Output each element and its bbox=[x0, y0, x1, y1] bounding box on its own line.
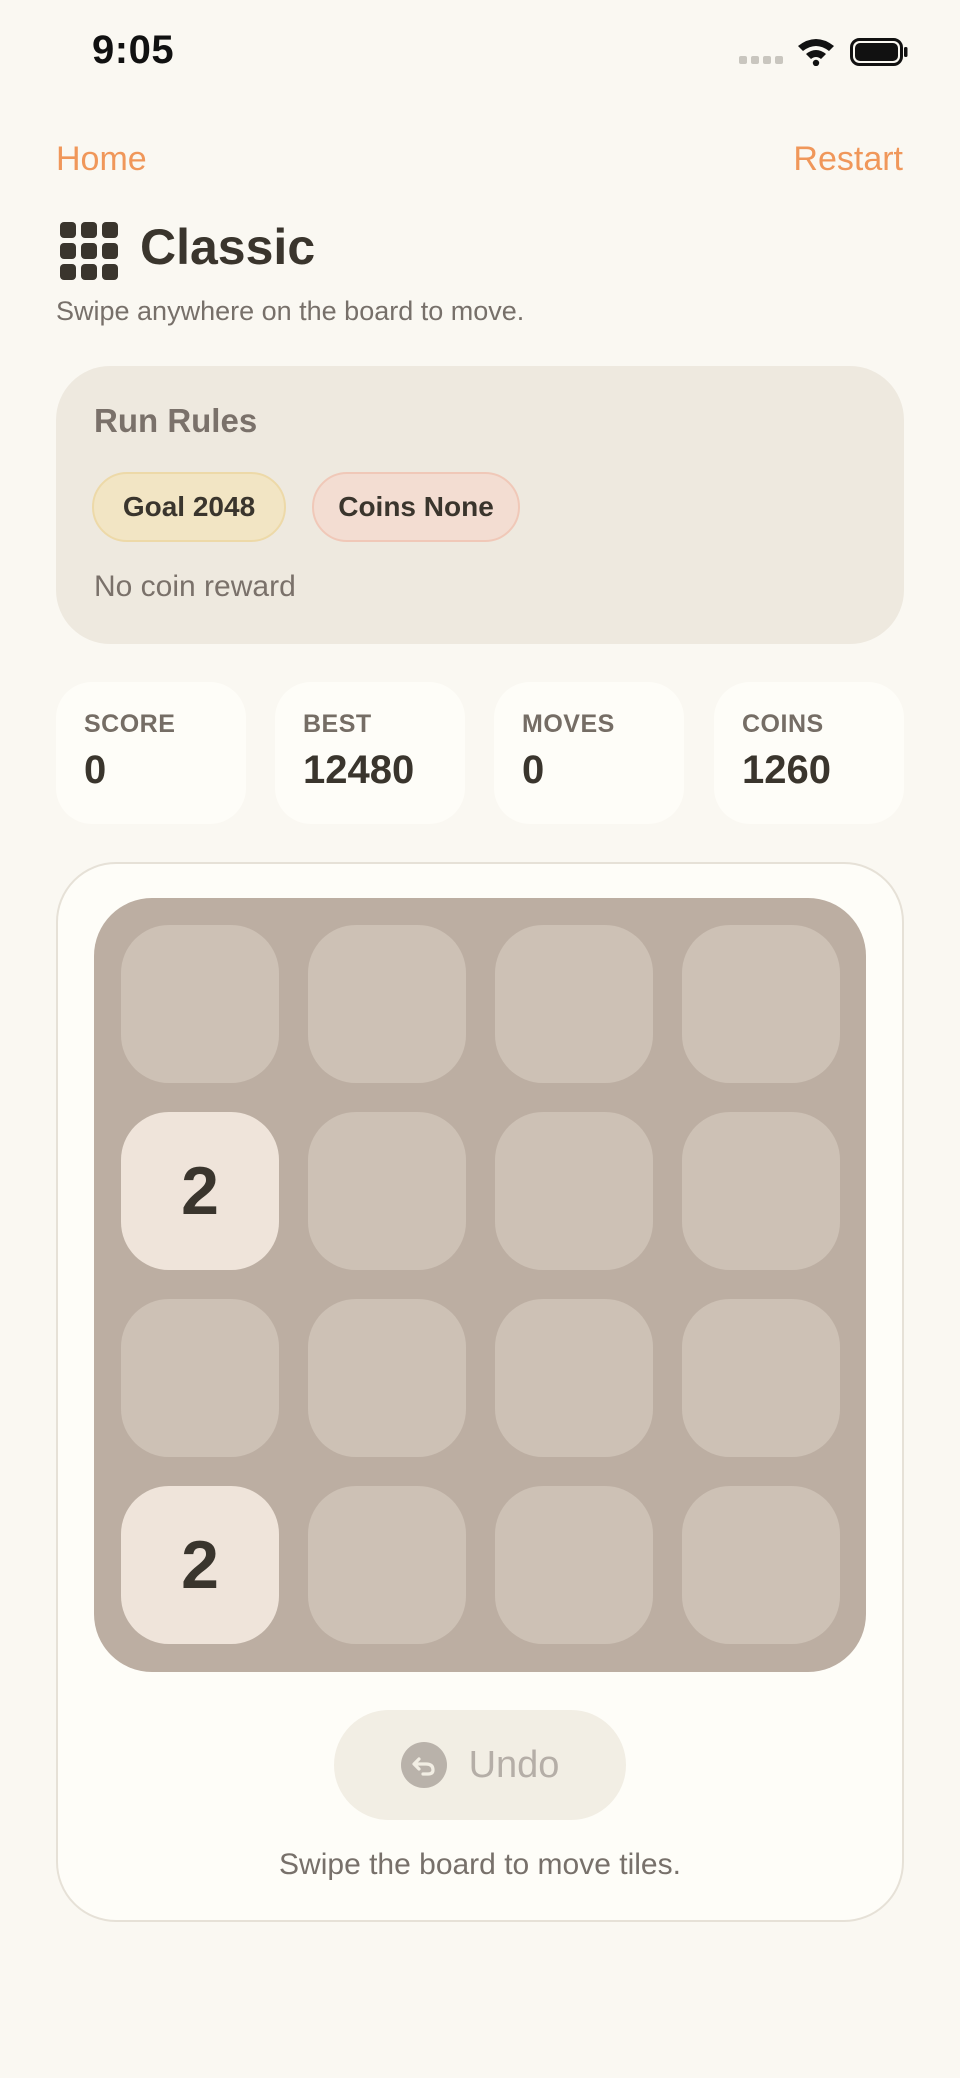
run-rules-title: Run Rules bbox=[94, 402, 258, 439]
stat-label: SCORE bbox=[84, 710, 176, 738]
battery-icon bbox=[850, 38, 908, 66]
empty-cell bbox=[682, 925, 840, 1083]
cellular-signal-icon bbox=[739, 56, 783, 66]
empty-cell bbox=[121, 925, 279, 1083]
empty-cell bbox=[495, 1299, 653, 1457]
undo-button[interactable]: Undo bbox=[334, 1710, 626, 1820]
status-time: 9:05 bbox=[92, 28, 175, 72]
empty-cell bbox=[495, 1486, 653, 1644]
coin-reward-note: No coin reward bbox=[94, 570, 296, 603]
stat-value: 0 bbox=[84, 748, 107, 792]
empty-cell bbox=[308, 1486, 466, 1644]
empty-cell bbox=[495, 1112, 653, 1270]
grid-icon bbox=[60, 222, 118, 280]
tile: 2 bbox=[121, 1112, 279, 1270]
empty-cell bbox=[308, 1299, 466, 1457]
best-stat: BEST 12480 bbox=[275, 682, 465, 824]
score-stat: SCORE 0 bbox=[56, 682, 246, 824]
tile: 2 bbox=[121, 1486, 279, 1644]
goal-chip: Goal 2048 bbox=[92, 472, 286, 542]
page-subtitle: Swipe anywhere on the board to move. bbox=[56, 296, 525, 326]
page-title: Classic bbox=[140, 219, 316, 275]
undo-icon bbox=[400, 1742, 447, 1788]
stat-label: MOVES bbox=[522, 710, 615, 738]
empty-cell bbox=[308, 925, 466, 1083]
wifi-icon bbox=[798, 39, 834, 66]
home-button[interactable]: Home bbox=[56, 140, 147, 179]
empty-cell bbox=[682, 1299, 840, 1457]
stat-label: COINS bbox=[742, 710, 824, 738]
coins-chip: Coins None bbox=[312, 472, 520, 542]
coins-stat: COINS 1260 bbox=[714, 682, 904, 824]
restart-button[interactable]: Restart bbox=[793, 140, 903, 179]
board-hint: Swipe the board to move tiles. bbox=[279, 1848, 681, 1881]
empty-cell bbox=[682, 1112, 840, 1270]
stat-label: BEST bbox=[303, 710, 372, 738]
empty-cell bbox=[682, 1486, 840, 1644]
stat-value: 1260 bbox=[742, 748, 831, 792]
undo-label: Undo bbox=[468, 1743, 560, 1786]
stat-value: 0 bbox=[522, 748, 545, 792]
empty-cell bbox=[308, 1112, 466, 1270]
game-board[interactable]: 22 bbox=[94, 898, 866, 1672]
empty-cell bbox=[495, 925, 653, 1083]
stat-value: 12480 bbox=[303, 748, 415, 792]
empty-cell bbox=[121, 1299, 279, 1457]
moves-stat: MOVES 0 bbox=[494, 682, 684, 824]
